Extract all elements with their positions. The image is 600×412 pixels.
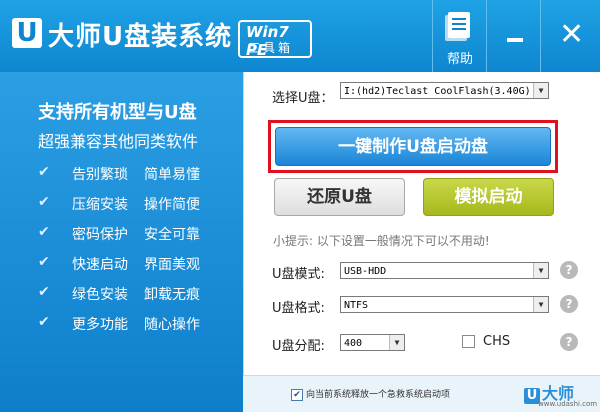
usb-select-label: 选择U盘： (272, 91, 334, 106)
simulate-boot-button[interactable]: 模拟启动 (423, 178, 554, 216)
help-button[interactable]: 帮助 (432, 0, 487, 72)
close-icon: ✕ (559, 17, 585, 52)
help-question-icon[interactable]: ? (560, 261, 578, 279)
feature-item: 界面美观 (144, 257, 200, 273)
feature-item: 随心操作 (144, 317, 200, 333)
help-question-icon[interactable]: ? (560, 333, 578, 351)
usb-select[interactable]: I:(hd2)Teclast CoolFlash(3.40G) ▼ (340, 82, 549, 99)
usb-format-select[interactable]: NTFS ▼ (340, 296, 549, 313)
feature-row: ✔ 密码保护 安全可靠 (38, 222, 243, 252)
usb-format-label: U盘格式: (272, 301, 325, 316)
check-icon: ✔ (38, 194, 50, 210)
feature-item: 安全可靠 (144, 227, 200, 243)
chevron-down-icon: ▼ (533, 83, 548, 98)
feature-item: 操作简便 (144, 197, 200, 213)
book-icon (448, 12, 470, 38)
make-bootable-usb-button[interactable]: 一键制作U盘启动盘 (275, 127, 551, 166)
feature-item: 密码保护 (72, 227, 128, 243)
feature-row: ✔ 更多功能 随心操作 (38, 312, 243, 342)
feature-row: ✔ 告别繁琐 简单易懂 (38, 162, 243, 192)
chevron-down-icon: ▼ (533, 263, 548, 278)
chevron-down-icon: ▼ (389, 335, 404, 350)
chs-label: CHS (483, 334, 511, 349)
feature-headline: 支持所有机型与U盘 (38, 102, 197, 123)
udashi-window: U 大师U盘装系统 Win7 PE 工具箱 帮助 ✕ 支持所有机型与U盘 超强兼… (0, 0, 600, 412)
bottom-bar: ✔ 向当前系统释放一个急救系统启动项 U 大师 www.udashi.com (243, 375, 600, 412)
main-panel: 选择U盘： I:(hd2)Teclast CoolFlash(3.40G) ▼ … (243, 72, 600, 412)
minimize-button[interactable] (486, 0, 541, 72)
usb-alloc-label: U盘分配: (272, 339, 325, 354)
app-logo-icon: U (12, 18, 42, 48)
feature-item: 快速启动 (72, 257, 128, 273)
restore-usb-button[interactable]: 还原U盘 (274, 178, 405, 216)
feature-item: 绿色安装 (72, 287, 128, 303)
check-icon: ✔ (38, 224, 50, 240)
usb-alloc-value: 400 (344, 338, 363, 349)
feature-row: ✔ 绿色安装 卸载无痕 (38, 282, 243, 312)
feature-panel: 支持所有机型与U盘 超强兼容其他同类软件 ✔ 告别繁琐 简单易懂 ✔ 压缩安装 … (0, 72, 243, 412)
title-bar: U 大师U盘装系统 Win7 PE 工具箱 帮助 ✕ (0, 0, 600, 72)
feature-item: 卸载无痕 (144, 287, 200, 303)
feature-row: ✔ 压缩安装 操作简便 (38, 192, 243, 222)
check-icon: ✔ (38, 254, 50, 270)
close-button[interactable]: ✕ (540, 0, 600, 72)
help-label: 帮助 (446, 52, 473, 67)
usb-alloc-select[interactable]: 400 ▼ (340, 334, 405, 351)
help-question-icon[interactable]: ? (560, 295, 578, 313)
usb-select-value: I:(hd2)Teclast CoolFlash(3.40G) (344, 86, 531, 97)
feature-row: ✔ 快速启动 界面美观 (38, 252, 243, 282)
badge-line2: 工具箱 (248, 41, 294, 55)
check-icon: ✔ (38, 284, 50, 300)
chevron-down-icon: ▼ (533, 297, 548, 312)
feature-item: 压缩安装 (72, 197, 128, 213)
rescue-checkbox-label: 向当前系统释放一个急救系统启动项 (306, 390, 451, 400)
highlight-frame: 一键制作U盘启动盘 (268, 120, 558, 173)
feature-subline: 超强兼容其他同类软件 (38, 132, 199, 151)
usb-mode-value: USB-HDD (344, 266, 387, 277)
app-title: 大师U盘装系统 (48, 22, 233, 52)
minimize-icon (507, 38, 523, 42)
brand-url: www.udashi.com (538, 400, 598, 408)
tip-text: 小提示: 以下设置一般情况下可以不用动! (273, 234, 490, 248)
usb-mode-select[interactable]: USB-HDD ▼ (340, 262, 549, 279)
feature-item: 告别繁琐 (72, 167, 128, 183)
feature-list: ✔ 告别繁琐 简单易懂 ✔ 压缩安装 操作简便 ✔ 密码保护 安全可靠 ✔ 快速… (38, 162, 243, 342)
feature-item: 更多功能 (72, 317, 128, 333)
feature-item: 简单易懂 (144, 167, 200, 183)
chs-checkbox[interactable] (462, 335, 475, 348)
usb-mode-label: U盘模式: (272, 267, 325, 282)
usb-format-value: NTFS (344, 300, 369, 311)
check-icon: ✔ (38, 164, 50, 180)
win7-pe-badge: Win7 PE 工具箱 (238, 20, 312, 59)
check-icon: ✔ (38, 314, 50, 330)
rescue-checkbox[interactable]: ✔ (291, 389, 303, 401)
